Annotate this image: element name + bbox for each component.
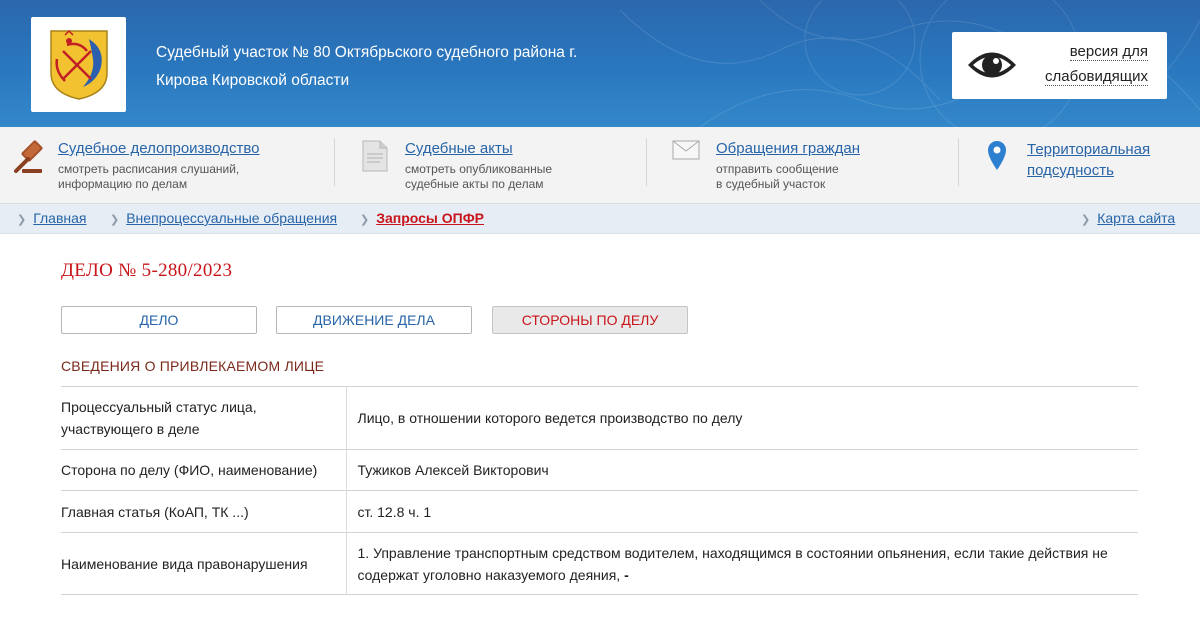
breadcrumb-item-current: ❯ Запросы ОПФР [360,210,484,226]
row-value: Лицо, в отношении которого ведется произ… [357,410,743,426]
breadcrumb-link-section[interactable]: Внепроцессуальные обращения [126,210,337,226]
tab-case-parties[interactable]: СТОРОНЫ ПО ДЕЛУ [492,306,688,334]
nav-sub-line: информацию по делам [58,177,188,191]
nav-item-case-management[interactable]: Судебное делопроизводство смотреть распи… [12,127,332,204]
low-vision-version-button[interactable]: версия для слабовидящих [952,32,1167,99]
nav-divider [646,138,647,186]
row-label: Наименование вида правонарушения [61,532,347,595]
nav-link-territorial-jurisdiction[interactable]: Территориальная подсудность [1027,139,1150,181]
eye-icon [968,52,1016,78]
nav-sub-line: судебные акты по делам [405,177,544,191]
row-label-line: участвующего в деле [61,421,200,437]
table-row: Наименование вида правонарушения 1. Упра… [61,532,1138,595]
court-title-line2: Кирова Кировской области [156,72,350,89]
breadcrumb-link-home[interactable]: Главная [33,210,86,226]
chevron-right-icon: ❯ [17,214,27,226]
nav-sub-citizen-appeals: отправить сообщение в судебный участок [716,162,936,192]
nav-link-line[interactable]: подсудность [1027,160,1150,181]
nav-sub-case-management: смотреть расписания слушаний, информацию… [58,162,278,192]
tab-case-movement[interactable]: ДВИЖЕНИЕ ДЕЛА [276,306,472,334]
low-vision-label-line1: версия для [1069,43,1148,61]
tab-case[interactable]: ДЕЛО [61,306,257,334]
section-title: СВЕДЕНИЯ О ПРИВЛЕКАЕМОМ ЛИЦЕ [61,358,325,374]
low-vision-label-line2: слабовидящих [1045,68,1148,86]
row-value-line: 1. Управление транспортным средством вод… [357,544,1108,561]
nav-item-citizen-appeals[interactable]: Обращения граждан отправить сообщение в … [672,127,952,204]
nav-item-territorial-jurisdiction[interactable]: Территориальная подсудность [986,127,1186,204]
table-row: Процессуальный статус лица, участвующего… [61,386,1138,450]
row-value: ст. 12.8 ч. 1 [357,503,432,520]
nav-sub-line: отправить сообщение [716,162,839,176]
nav-link-citizen-appeals[interactable]: Обращения граждан [716,139,860,158]
chevron-right-icon: ❯ [110,214,120,226]
row-value: 1. Управление транспортным средством вод… [346,533,1138,595]
gavel-icon [14,140,43,173]
row-value-suffix: - [624,566,629,583]
envelope-icon [672,140,700,160]
breadcrumb-item-home: ❯ Главная [17,210,87,226]
coat-of-arms-logo[interactable] [31,17,126,112]
row-label: Главная статья (КоАП, ТК ...) [61,490,347,533]
nav-link-case-management[interactable]: Судебное делопроизводство [58,139,260,158]
nav-sub-line: в судебный участок [716,177,826,191]
row-label-line: Процессуальный статус лица, [61,399,257,415]
row-label: Сторона по делу (ФИО, наименование) [61,449,347,491]
nav-link-line[interactable]: Территориальная [1027,139,1150,160]
sitemap-link[interactable]: Карта сайта [1097,210,1175,226]
row-value-line: содержат уголовно наказуемого деяния, - [358,564,1109,586]
case-title: ДЕЛО № 5-280/2023 [61,260,233,281]
table-row: Сторона по делу (ФИО, наименование) Тужи… [61,449,1138,491]
nav-item-court-acts[interactable]: Судебные акты смотреть опубликованные су… [360,127,640,204]
nav-sub-court-acts: смотреть опубликованные судебные акты по… [405,162,625,192]
breadcrumb-item-section: ❯ Внепроцессуальные обращения [110,210,337,226]
map-pin-icon [988,141,1006,170]
kirov-coat-of-arms-icon [50,29,108,100]
table-row: Главная статья (КоАП, ТК ...) ст. 12.8 ч… [61,490,1138,533]
low-vision-label: версия для слабовидящих [1045,39,1148,89]
nav-sub-line: смотреть опубликованные [405,162,553,176]
nav-divider [334,138,335,186]
court-title: Судебный участок № 80 Октябрьского судеб… [156,39,676,95]
row-label: Процессуальный статус лица, участвующего… [61,386,347,450]
court-title-line1: Судебный участок № 80 Октябрьского судеб… [156,44,578,61]
nav-link-court-acts[interactable]: Судебные акты [405,139,513,158]
chevron-right-icon: ❯ [1081,214,1091,226]
site-header: Судебный участок № 80 Октябрьского судеб… [0,0,1200,127]
breadcrumb: ❯ Главная ❯ Внепроцессуальные обращения ❯ З… [0,204,1200,234]
party-info-table: Процессуальный статус лица, участвующего… [61,386,1138,595]
breadcrumb-current[interactable]: Запросы ОПФР [376,210,484,226]
nav-divider [958,138,959,186]
breadcrumb-item-sitemap: ❯ Карта сайта [1081,210,1175,226]
main-navigation: Судебное делопроизводство смотреть распи… [0,127,1200,204]
row-value-text: содержат уголовно наказуемого деяния, [357,566,621,583]
chevron-right-icon: ❯ [360,214,370,226]
nav-sub-line: смотреть расписания слушаний, [58,162,240,176]
document-icon [362,140,388,172]
row-value: Тужиков Алексей Викторович [357,462,549,478]
